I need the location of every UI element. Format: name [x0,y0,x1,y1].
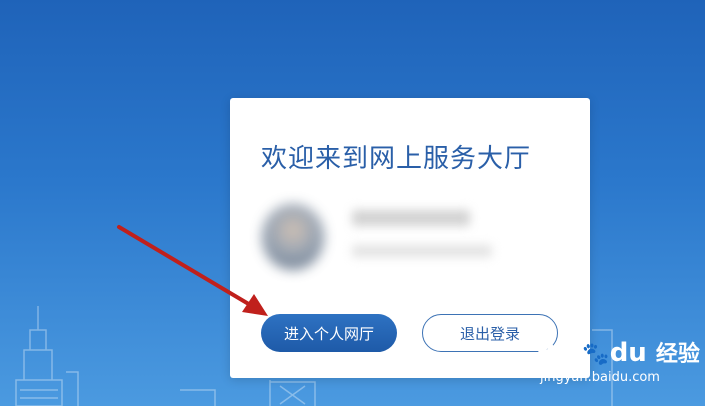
panel-title: 欢迎来到网上服务大厅 [261,144,532,174]
user-name-redacted [352,210,470,226]
user-avatar-icon [262,204,324,270]
logout-button[interactable]: 退出登录 [422,314,558,352]
welcome-panel: 欢迎来到网上服务大厅 进入个人网厅 退出登录 [230,98,590,378]
enter-personal-hall-button[interactable]: 进入个人网厅 [261,314,397,352]
user-info-redacted [352,245,492,257]
